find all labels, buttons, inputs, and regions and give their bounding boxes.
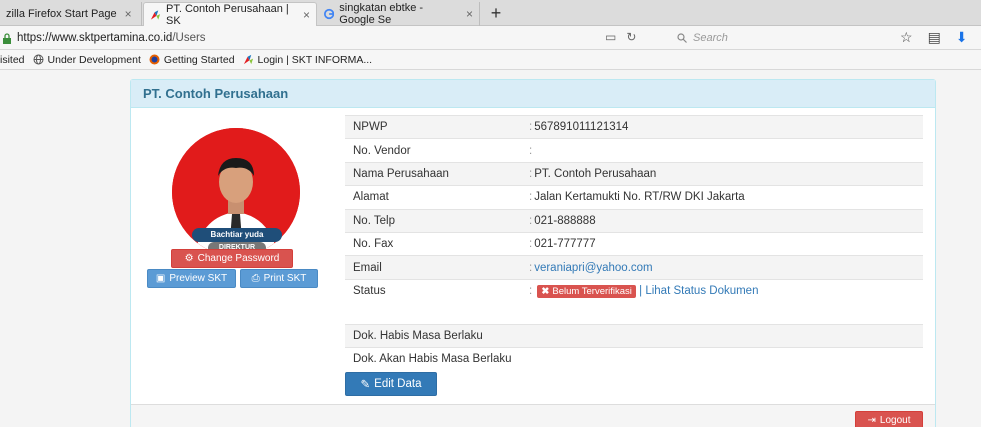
address-bar[interactable]: https://www.sktpertamina.co.id /Users (0, 26, 660, 50)
bookmarks-bar: isited Under Development Getting Started… (0, 50, 981, 70)
print-skt-button[interactable]: ⎙ Print SKT (240, 269, 318, 288)
url-host: https://www.sktpertamina.co.id (17, 32, 173, 44)
google-favicon-icon (324, 8, 335, 20)
email-label: Email (345, 255, 521, 280)
status-label: Status (345, 278, 521, 303)
search-icon (677, 33, 687, 43)
panel-footer: ⇥ Logout (131, 404, 935, 427)
table-row: No. Fax :021-777777 (345, 231, 923, 256)
vendor-label: No. Vendor (345, 138, 521, 163)
preview-icon: ▣ (155, 273, 166, 284)
bookmark-getting-started[interactable]: Getting Started (149, 54, 235, 66)
edit-data-button[interactable]: ✎ Edit Data (345, 372, 437, 396)
change-password-button[interactable]: ⚙ Change Password (171, 249, 293, 268)
browser-tab-bar: zilla Firefox Start Page × PT. Contoh Pe… (0, 0, 981, 27)
reader-view-icon[interactable]: ▭ (605, 30, 616, 44)
logout-button[interactable]: ⇥ Logout (855, 411, 923, 427)
npwp-value: 567891011121314 (534, 121, 629, 134)
logout-label: Logout (879, 415, 911, 426)
user-name-badge: Bachtiar yuda (192, 228, 282, 242)
tab-contoh-perusahaan[interactable]: PT. Contoh Perusahaan | SK × (143, 2, 317, 27)
table-row: No. Vendor : (345, 138, 923, 163)
close-tab-icon[interactable]: × (466, 7, 473, 21)
address-label: Alamat (345, 185, 521, 210)
expiring-documents-label: Dok. Akan Habis Masa Berlaku (345, 347, 923, 371)
preview-skt-label: Preview SKT (169, 273, 228, 284)
table-row: No. Telp :021-888888 (345, 208, 923, 233)
pertamina-favicon-icon (150, 9, 161, 20)
change-password-label: Change Password (197, 253, 280, 264)
status-badge-label: Belum Terverifikasi (552, 285, 632, 297)
table-row: Dok. Habis Masa Berlaku (345, 324, 923, 348)
bookmark-login-skt[interactable]: Login | SKT INFORMA... (243, 53, 373, 66)
bookmark-star-icon[interactable]: ☆ (900, 29, 913, 46)
new-tab-button[interactable]: + (484, 3, 508, 25)
panel-title: PT. Contoh Perusahaan (131, 80, 935, 108)
company-name-value: PT. Contoh Perusahaan (534, 167, 657, 180)
tab-firefox-start[interactable]: zilla Firefox Start Page × (0, 2, 142, 26)
downloads-icon[interactable]: ⬇ (956, 29, 968, 46)
tab-label: singkatan ebtke - Google Se (339, 2, 424, 26)
tab-label: zilla Firefox Start Page (6, 8, 117, 20)
close-icon: ✖ (541, 285, 550, 297)
firefox-icon (149, 54, 160, 65)
sign-out-icon: ⇥ (867, 415, 876, 426)
table-row: Dok. Akan Habis Masa Berlaku (345, 347, 923, 371)
fax-value: 021-777777 (534, 238, 596, 251)
print-skt-label: Print SKT (263, 273, 307, 284)
address-value: Jalan Kertamukti No. RT/RW DKI Jakarta (534, 191, 745, 204)
library-icon[interactable]: ▤ (928, 29, 941, 46)
company-info-table: NPWP :567891011121314 No. Vendor : Nama … (345, 114, 923, 303)
table-row: NPWP :567891011121314 (345, 114, 923, 139)
bookmark-label: Under Development (47, 53, 141, 66)
expired-documents-label: Dok. Habis Masa Berlaku (345, 324, 923, 348)
bookmark-label: isited (0, 53, 25, 66)
status-badge: ✖ Belum Terverifikasi (537, 284, 636, 298)
status-separator: | (639, 284, 643, 297)
email-link[interactable]: veraniapri@yahoo.com (534, 262, 652, 274)
url-path: /Users (172, 32, 206, 44)
company-panel: PT. Contoh Perusahaan Bachtiar yuda DIRE… (130, 79, 936, 427)
bookmark-most-visited[interactable]: isited (0, 54, 25, 66)
edit-data-label: Edit Data (374, 378, 422, 390)
preview-skt-button[interactable]: ▣ Preview SKT (147, 269, 236, 288)
close-tab-icon[interactable]: × (125, 7, 132, 21)
gear-icon: ⚙ (184, 253, 194, 264)
company-name-label: Nama Perusahaan (345, 161, 521, 186)
document-status-table: Dok. Habis Masa Berlaku Dok. Akan Habis … (345, 324, 923, 371)
address-bar-actions: ▭ ↻ (605, 30, 636, 44)
tab-google-search[interactable]: singkatan ebtke - Google Se × (318, 2, 480, 26)
print-icon: ⎙ (251, 273, 260, 284)
table-row: Alamat : Jalan Kertamukti No. RT/RW DKI J… (345, 185, 923, 210)
table-row: Email : veraniapri@yahoo.com (345, 255, 923, 280)
table-row: Nama Perusahaan : PT. Contoh Perusahaan (345, 161, 923, 186)
page-content: PT. Contoh Perusahaan Bachtiar yuda DIRE… (0, 70, 981, 427)
reload-icon[interactable]: ↻ (626, 30, 636, 44)
phone-label: No. Telp (345, 208, 521, 233)
browser-nav-bar: https://www.sktpertamina.co.id /Users ▭ … (0, 26, 981, 50)
npwp-label: NPWP (345, 114, 521, 139)
close-tab-icon[interactable]: × (303, 8, 310, 22)
bookmark-under-development[interactable]: Under Development (33, 54, 141, 66)
lock-icon (3, 32, 11, 44)
bookmark-label: Login | SKT INFORMA... (257, 53, 373, 66)
globe-icon (33, 54, 44, 65)
tab-label: PT. Contoh Perusahaan | SK (166, 2, 289, 27)
toolbar-icons: ☆ ▤ ⬇ (900, 29, 968, 46)
phone-value: 021-888888 (534, 214, 596, 227)
search-input[interactable]: Search (677, 28, 877, 48)
fax-label: No. Fax (345, 231, 521, 256)
pertamina-favicon-icon (243, 54, 253, 65)
view-document-status-link[interactable]: Lihat Status Dokumen (645, 285, 758, 297)
search-placeholder: Search (693, 32, 728, 44)
table-row: Status : ✖ Belum Terverifikasi | Lihat S… (345, 278, 923, 303)
edit-icon: ✎ (360, 379, 371, 391)
bookmark-label: Getting Started (163, 53, 235, 66)
